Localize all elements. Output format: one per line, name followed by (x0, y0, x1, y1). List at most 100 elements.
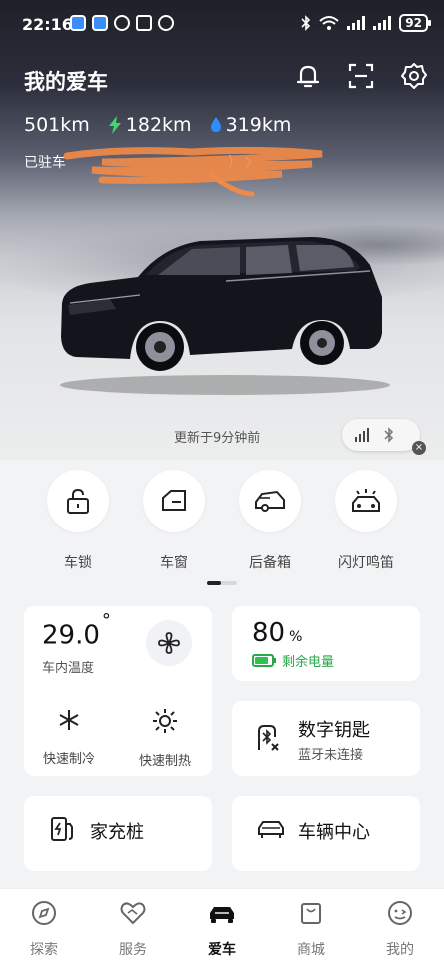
snowflake-icon (59, 710, 79, 730)
degree-symbol: ° (101, 610, 111, 631)
lightning-icon (108, 116, 121, 134)
battery-label: 剩余电量 (282, 655, 335, 670)
lock-button[interactable] (47, 470, 109, 532)
status-bar: 22:16 92 (0, 0, 444, 48)
fuel-range-value: 319km (225, 114, 292, 136)
bluetooth-icon (384, 427, 394, 443)
vehicle-center-card[interactable]: 车辆中心 (232, 796, 420, 871)
smiley-profile-icon (388, 901, 412, 925)
climate-card[interactable]: 29.0° 车内温度 快速制冷 快速制热 (24, 606, 212, 776)
bottom-tab-bar: 探索 服务 爱车 商城 我的 (0, 888, 444, 960)
trunk-icon (255, 490, 285, 512)
total-range: 501km (24, 114, 90, 136)
charger-icon (51, 817, 73, 841)
app-notification-icon (92, 15, 108, 31)
electric-range: 182km (108, 114, 192, 136)
nfc-icon (136, 15, 152, 31)
battery-card[interactable]: 80% 剩余电量 (232, 606, 420, 681)
battery-level: 80% (252, 618, 302, 648)
window-button[interactable] (143, 470, 205, 532)
vehicle-hero: 22:16 92 我的爱车 501km 182km 319km 已驻车) 更新… (0, 0, 444, 460)
digital-key-title: 数字钥匙 (298, 720, 370, 741)
page-title: 我的爱车 (24, 70, 108, 94)
trunk-button[interactable] (239, 470, 301, 532)
bluetooth-icon (301, 15, 311, 31)
tab-mine[interactable]: 我的 (365, 899, 435, 959)
flash-horn-icon (352, 489, 380, 512)
tab-explore[interactable]: 探索 (9, 899, 79, 959)
cabin-temperature-label: 车内温度 (42, 661, 95, 676)
tab-explore-label: 探索 (30, 942, 58, 958)
window-label: 车窗 (160, 555, 188, 571)
last-updated-text: 更新于9分钟前 (174, 431, 261, 446)
home-charger-title: 家充桩 (90, 822, 144, 843)
vehicle-image (60, 237, 390, 395)
signal-icon (347, 16, 366, 30)
status-time: 22:16 (22, 15, 73, 34)
trunk-label: 后备箱 (249, 555, 291, 571)
fuel-drop-icon (210, 117, 221, 132)
network-signal-icon (355, 428, 369, 442)
page-indicator (207, 581, 237, 585)
scan-icon[interactable] (347, 62, 375, 90)
bell-icon[interactable] (294, 62, 322, 90)
digital-key-card[interactable]: 数字钥匙 蓝牙未连接 (232, 701, 420, 776)
tab-mall[interactable]: 商城 (276, 899, 346, 959)
trunk-control[interactable]: 后备箱 (225, 470, 315, 572)
quick-heat-button[interactable]: 快速制热 (120, 708, 210, 769)
system-status-icons: 92 (301, 14, 431, 32)
tab-service-label: 服务 (119, 942, 147, 958)
vehicle-center-icon (258, 821, 284, 838)
flash-horn-button[interactable] (335, 470, 397, 532)
battery-icon (252, 654, 276, 667)
quick-cool-button[interactable]: 快速制冷 (24, 708, 114, 767)
flash-horn-label: 闪灯鸣笛 (338, 555, 394, 571)
battery-value: 80 (252, 618, 286, 648)
parked-prefix: 已驻车 (24, 155, 66, 171)
compass-icon (32, 901, 56, 925)
quick-cool-label: 快速制冷 (42, 752, 95, 767)
tab-mall-label: 商城 (297, 942, 325, 958)
tab-service[interactable]: 服务 (98, 899, 168, 959)
window-control[interactable]: 车窗 (129, 470, 219, 572)
window-icon (162, 490, 186, 511)
header-actions (294, 62, 428, 90)
disconnected-x-icon: × (412, 441, 426, 455)
connection-status-pill[interactable]: × (342, 419, 426, 455)
battery-status: 剩余电量 (252, 651, 334, 670)
flash-horn-control[interactable]: 闪灯鸣笛 (321, 470, 411, 572)
lock-control[interactable]: 车锁 (33, 470, 123, 572)
heart-handshake-icon (120, 902, 146, 925)
battery-indicator: 92 (399, 14, 431, 32)
range-summary: 501km 182km 319km (24, 114, 291, 136)
signal-icon-2 (373, 16, 392, 30)
notification-icons (70, 15, 174, 31)
electric-range-value: 182km (125, 114, 192, 136)
shopping-bag-icon (301, 903, 321, 924)
fan-button[interactable] (146, 620, 192, 666)
fuel-range: 319km (210, 114, 292, 136)
temperature-value: 29.0 (42, 620, 100, 651)
home-charger-card[interactable]: 家充桩 (24, 796, 212, 871)
digital-key-status: 蓝牙未连接 (298, 748, 364, 763)
bluetooth-key-icon (258, 725, 279, 751)
wifi-icon (319, 16, 339, 30)
settings-gear-icon[interactable] (400, 62, 428, 90)
lock-icon (67, 488, 89, 514)
quick-controls: 车锁 车窗 后备箱 闪灯鸣笛 (0, 460, 444, 595)
vehicle-center-title: 车辆中心 (298, 822, 370, 843)
tab-my-car-label: 爱车 (208, 942, 236, 958)
redaction-scribble (63, 146, 323, 197)
tab-my-car[interactable]: 爱车 (187, 899, 257, 959)
eye-icon (114, 15, 130, 31)
total-range-value: 501km (24, 114, 90, 136)
battery-unit: % (289, 629, 303, 645)
car-icon (210, 907, 234, 923)
message-app-icon (70, 15, 86, 31)
alarm-icon (158, 15, 174, 31)
tab-mine-label: 我的 (386, 942, 414, 958)
lock-label: 车锁 (64, 555, 92, 571)
quick-heat-label: 快速制热 (138, 754, 191, 769)
cabin-temperature: 29.0° (42, 610, 111, 651)
fan-icon (158, 632, 180, 654)
